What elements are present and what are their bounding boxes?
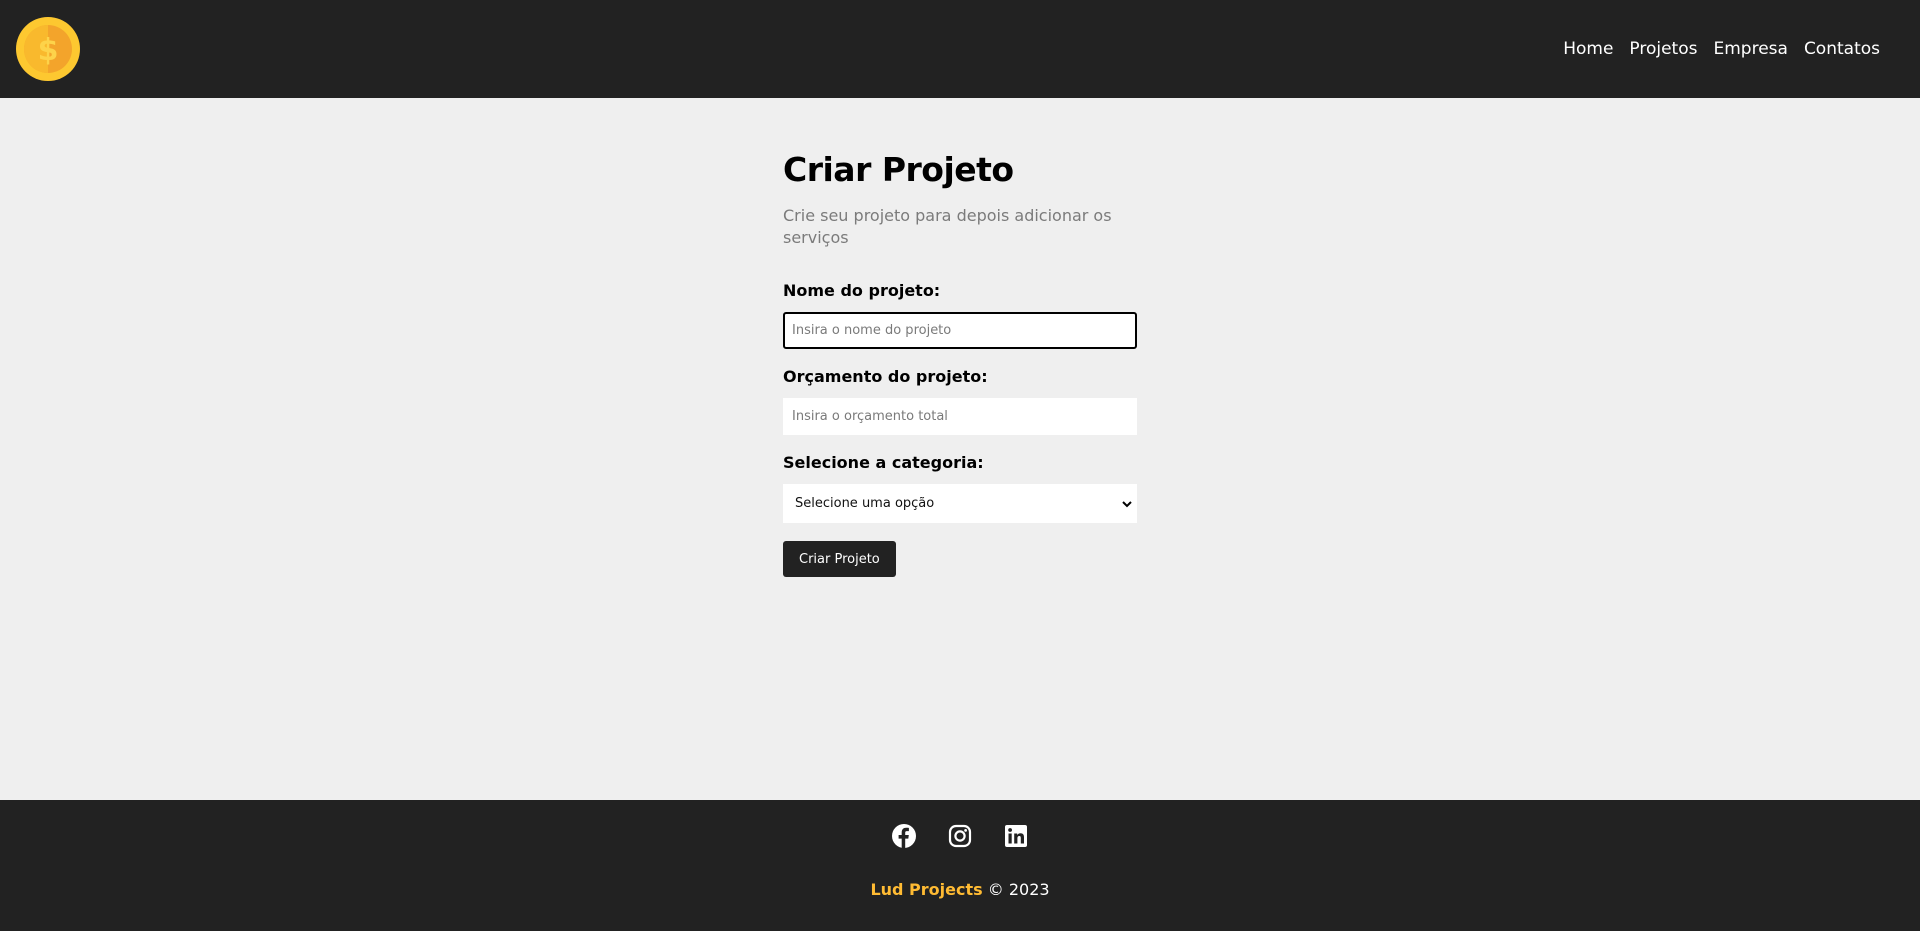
budget-label: Orçamento do projeto: — [783, 367, 988, 386]
facebook-link[interactable] — [892, 824, 916, 848]
page-subtitle: Crie seu projeto para depois adicionar o… — [783, 206, 1112, 247]
nav-list: Home Projetos Empresa Contatos — [1555, 39, 1888, 59]
name-field-group: Nome do projeto: — [783, 281, 1137, 349]
facebook-icon — [892, 824, 916, 848]
project-name-input[interactable] — [783, 312, 1137, 349]
svg-text:$: $ — [38, 33, 59, 68]
create-project-button[interactable]: Criar Projeto — [783, 541, 896, 577]
page: $ Home Projetos Empresa Contatos Criar P… — [0, 0, 1920, 931]
social-item-linkedin — [1004, 824, 1028, 848]
category-field-group: Selecione a categoria: Selecione uma opç… — [783, 453, 1137, 523]
coin-dollar-icon: $ — [16, 17, 80, 81]
instagram-link[interactable] — [948, 824, 972, 848]
nav-link-empresa[interactable]: Empresa — [1705, 39, 1795, 59]
name-label: Nome do projeto: — [783, 281, 941, 300]
linkedin-icon — [1005, 825, 1027, 847]
new-project-container: Criar Projeto Crie seu projeto para depo… — [783, 150, 1137, 800]
project-form: Nome do projeto: Orçamento do projeto: S… — [783, 281, 1137, 577]
brand-name: Lud Projects — [870, 880, 983, 899]
nav-link-contatos[interactable]: Contatos — [1796, 39, 1888, 59]
social-item-instagram — [948, 824, 972, 848]
nav-item-contatos: Contatos — [1796, 39, 1888, 59]
nav-link-home[interactable]: Home — [1555, 39, 1621, 59]
category-label: Selecione a categoria: — [783, 453, 984, 472]
social-item-facebook — [892, 824, 916, 848]
social-list — [892, 824, 1028, 848]
nav-item-projetos: Projetos — [1621, 39, 1705, 59]
nav-link-projetos[interactable]: Projetos — [1621, 39, 1705, 59]
footer: Lud Projects © 2023 — [0, 800, 1920, 931]
project-budget-input[interactable] — [783, 398, 1137, 435]
copyright: Lud Projects © 2023 — [870, 880, 1049, 899]
chevron-down-icon — [1122, 500, 1132, 507]
linkedin-link[interactable] — [1004, 824, 1028, 848]
logo-link[interactable]: $ — [16, 17, 80, 81]
budget-field-group: Orçamento do projeto: — [783, 367, 1137, 435]
category-selected-value: Selecione uma opção — [795, 496, 935, 511]
instagram-icon — [948, 824, 972, 848]
nav-item-home: Home — [1555, 39, 1621, 59]
copyright-year: © 2023 — [987, 880, 1050, 899]
main-content: Criar Projeto Crie seu projeto para depo… — [0, 98, 1920, 800]
page-title: Criar Projeto — [783, 150, 1014, 189]
category-select[interactable]: Selecione uma opção — [783, 484, 1137, 523]
nav-item-empresa: Empresa — [1705, 39, 1795, 59]
navbar: $ Home Projetos Empresa Contatos — [0, 0, 1920, 98]
